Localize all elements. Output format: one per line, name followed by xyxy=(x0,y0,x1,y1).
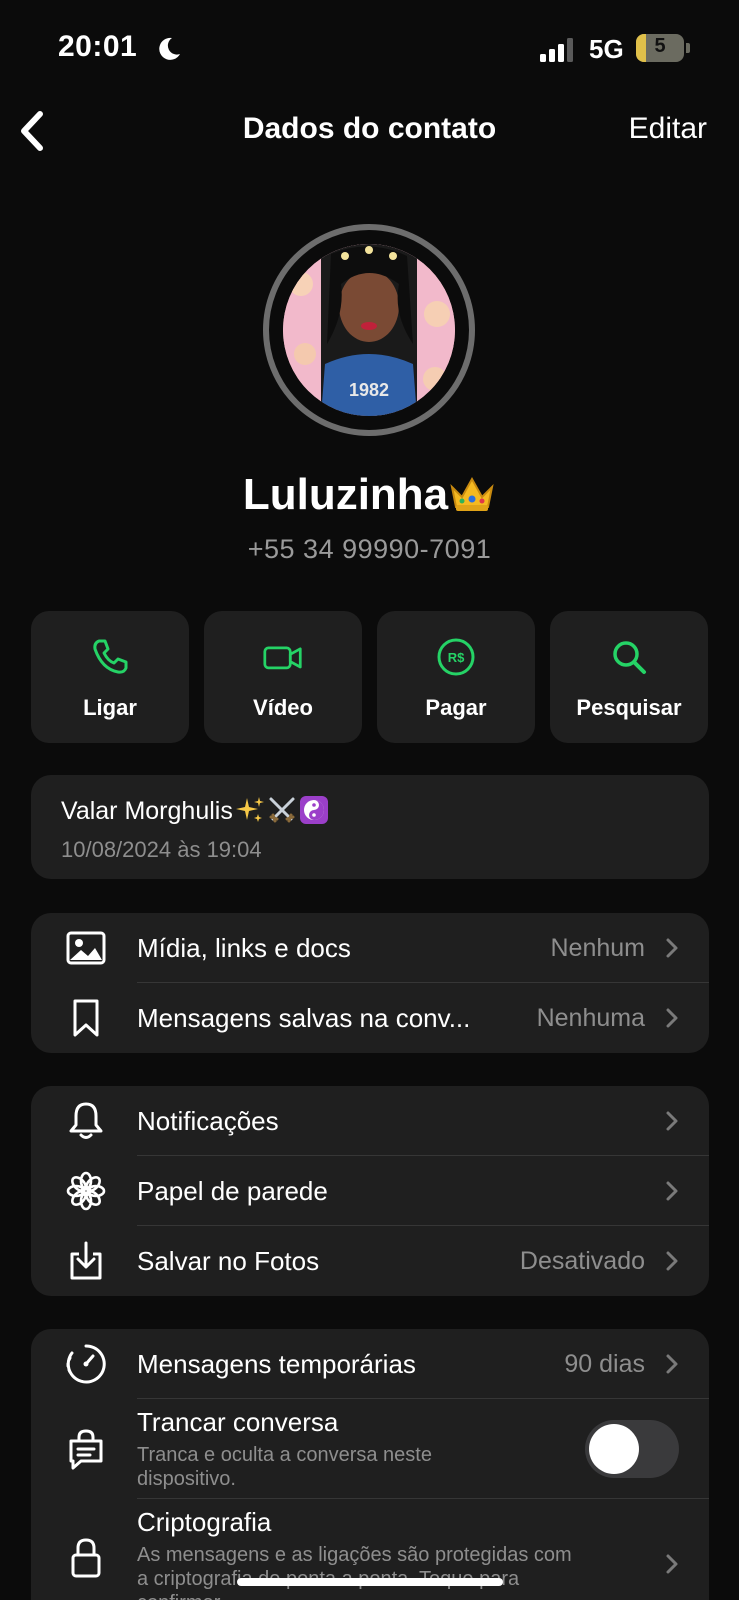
media-label: Mídia, links e docs xyxy=(137,933,351,963)
wallpaper-label: Papel de parede xyxy=(137,1176,328,1206)
home-indicator[interactable] xyxy=(237,1578,503,1586)
toggle-knob xyxy=(589,1424,639,1474)
contact-name: Luluzinha xyxy=(0,470,739,520)
saved-messages-value: Nenhuma xyxy=(536,1004,645,1032)
crossed-swords-emoji xyxy=(269,797,295,823)
media-links-docs-row[interactable]: Mídia, links e docs Nenhum xyxy=(31,913,709,983)
chevron-right-icon xyxy=(666,1554,678,1574)
phone-icon xyxy=(93,639,128,674)
save-to-photos-row[interactable]: Salvar no Fotos Desativado xyxy=(31,1226,709,1296)
save-to-photos-label: Salvar no Fotos xyxy=(137,1246,320,1276)
contact-phone: +55 34 99990-7091 xyxy=(247,534,492,564)
lock-chat-desc-line1: Tranca e oculta a conversa neste xyxy=(137,1444,432,1466)
encryption-desc-line1: As mensagens e as ligações são protegida… xyxy=(137,1544,572,1566)
settings-group: Notificações Papel de parede Salvar no F… xyxy=(31,1086,709,1296)
timer-icon xyxy=(66,1344,106,1384)
disappearing-messages-row[interactable]: Mensagens temporárias 90 dias xyxy=(31,1329,709,1399)
chevron-right-icon xyxy=(666,1354,678,1374)
bookmark-icon xyxy=(73,999,99,1037)
signal-icon xyxy=(540,38,573,62)
lock-chat-icon xyxy=(69,1429,103,1470)
sparkles-emoji xyxy=(235,797,264,822)
notifications-row[interactable]: Notificações xyxy=(31,1086,709,1156)
saved-messages-row[interactable]: Mensagens salvas na conv... Nenhuma xyxy=(31,983,709,1053)
yin-yang-emoji xyxy=(299,796,328,824)
pay-button[interactable]: R$ Pagar xyxy=(377,611,535,743)
encryption-desc-line3: confirmar. xyxy=(137,1591,572,1600)
bell-icon xyxy=(69,1102,103,1139)
battery-icon: 5 xyxy=(636,34,690,62)
notifications-label: Notificações xyxy=(137,1106,279,1136)
contact-info-screen: 20:01 5G 5 Dados do contato Editar 1982 … xyxy=(0,0,739,1600)
search-icon xyxy=(613,641,646,674)
chevron-right-icon xyxy=(666,1181,678,1201)
video-button[interactable]: Vídeo xyxy=(204,611,362,743)
lock-chat-toggle[interactable] xyxy=(585,1420,679,1478)
save-to-photos-value: Desativado xyxy=(519,1247,645,1275)
edit-button[interactable]: Editar xyxy=(629,112,707,146)
call-label: Ligar xyxy=(83,695,137,720)
privacy-group: Mensagens temporárias 90 dias Trancar co… xyxy=(31,1329,709,1600)
pay-icon-text: R$ xyxy=(448,650,465,665)
status-time: 20:01 xyxy=(58,30,138,63)
chevron-right-icon xyxy=(666,1008,678,1028)
avatar-ring[interactable]: 1982 xyxy=(263,224,475,436)
chevron-right-icon xyxy=(666,938,678,958)
disappearing-value: 90 dias xyxy=(564,1350,645,1378)
encryption-description: As mensagens e as ligações são protegida… xyxy=(137,1543,572,1600)
about-status: Valar Morghulis xyxy=(61,797,233,825)
about-date: 10/08/2024 às 19:04 xyxy=(61,837,262,862)
status-bar: 20:01 5G 5 xyxy=(0,0,739,100)
media-group: Mídia, links e docs Nenhum Mensagens sal… xyxy=(31,913,709,1053)
avatar[interactable]: 1982 xyxy=(283,244,455,416)
battery-percent: 5 xyxy=(654,35,666,57)
saved-messages-label: Mensagens salvas na conv... xyxy=(137,1003,471,1033)
network-type: 5G xyxy=(589,34,624,64)
lock-chat-desc-line2: dispositivo. xyxy=(137,1468,236,1490)
pay-icon: R$ xyxy=(437,638,475,676)
video-label: Vídeo xyxy=(253,695,313,720)
disappearing-label: Mensagens temporárias xyxy=(137,1349,416,1379)
svg-text:1982: 1982 xyxy=(349,380,389,400)
lock-chat-label: Trancar conversa xyxy=(137,1407,339,1437)
flower-icon xyxy=(66,1171,106,1211)
download-icon xyxy=(70,1241,102,1280)
encryption-label: Criptografia xyxy=(137,1507,272,1537)
search-label: Pesquisar xyxy=(576,695,682,720)
about-card[interactable]: Valar Morghulis 10/08/2024 às 19:04 xyxy=(31,775,709,879)
lock-chat-description: Tranca e oculta a conversa neste disposi… xyxy=(137,1443,432,1491)
search-button[interactable]: Pesquisar xyxy=(550,611,708,743)
chevron-right-icon xyxy=(666,1111,678,1131)
wallpaper-row[interactable]: Papel de parede xyxy=(31,1156,709,1226)
call-button[interactable]: Ligar xyxy=(31,611,189,743)
image-icon xyxy=(66,931,106,965)
crown-emoji xyxy=(450,476,494,511)
pay-label: Pagar xyxy=(425,695,487,720)
chevron-right-icon xyxy=(666,1251,678,1271)
video-icon xyxy=(263,646,302,670)
lock-chat-row: Trancar conversa Tranca e oculta a conve… xyxy=(31,1399,709,1499)
contact-name-text: Luluzinha xyxy=(242,470,449,519)
moon-icon xyxy=(159,37,180,60)
media-value: Nenhum xyxy=(550,934,646,962)
lock-icon xyxy=(71,1538,101,1578)
action-buttons: Ligar Vídeo R$ Pagar Pesquisar xyxy=(31,611,709,743)
about-text: Valar Morghulis xyxy=(61,795,329,826)
